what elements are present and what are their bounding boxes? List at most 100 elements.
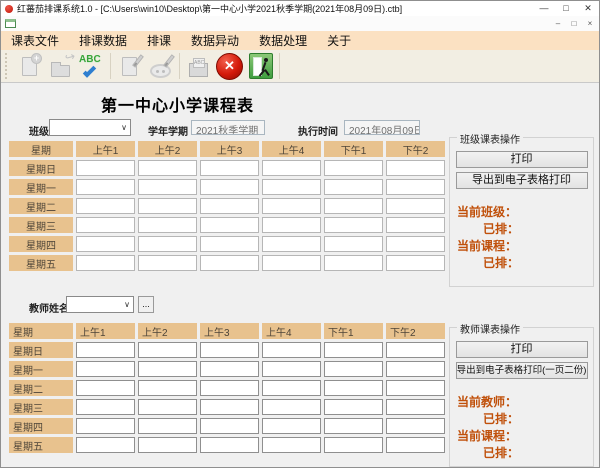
schedule-cell[interactable] xyxy=(76,236,135,252)
schedule-cell[interactable] xyxy=(386,399,445,415)
schedule-cell[interactable] xyxy=(262,160,321,176)
schedule-cell[interactable] xyxy=(138,418,197,434)
schedule-cell[interactable] xyxy=(324,198,383,214)
schedule-cell[interactable] xyxy=(200,236,259,252)
minimize-button[interactable]: — xyxy=(533,1,555,16)
schedule-cell[interactable] xyxy=(76,361,135,377)
schedule-cell[interactable] xyxy=(386,217,445,233)
menu-schedule[interactable]: 排课 xyxy=(141,31,177,50)
schedule-cell[interactable] xyxy=(200,255,259,271)
schedule-cell[interactable] xyxy=(386,198,445,214)
schedule-cell[interactable] xyxy=(262,179,321,195)
schedule-cell[interactable] xyxy=(200,179,259,195)
schedule-cell[interactable] xyxy=(386,380,445,396)
schedule-cell[interactable] xyxy=(262,437,321,453)
menu-about[interactable]: 关于 xyxy=(321,31,357,50)
schedule-cell[interactable] xyxy=(138,179,197,195)
schedule-cell[interactable] xyxy=(262,361,321,377)
schedule-cell[interactable] xyxy=(324,160,383,176)
schedule-cell[interactable] xyxy=(386,342,445,358)
menu-schedule-data[interactable]: 排课数据 xyxy=(73,31,133,50)
schedule-cell[interactable] xyxy=(386,160,445,176)
teacher-print-button[interactable]: 打印 xyxy=(456,341,588,358)
schedule-cell[interactable] xyxy=(76,198,135,214)
schedule-cell[interactable] xyxy=(138,399,197,415)
schedule-cell[interactable] xyxy=(76,418,135,434)
schedule-cell[interactable] xyxy=(262,342,321,358)
menu-data-process[interactable]: 数据处理 xyxy=(253,31,313,50)
schedule-cell[interactable] xyxy=(262,380,321,396)
exec-time-field[interactable]: 2021年08月09日 xyxy=(344,120,420,135)
schedule-cell[interactable] xyxy=(262,399,321,415)
schedule-cell[interactable] xyxy=(324,179,383,195)
schedule-cell[interactable] xyxy=(324,418,383,434)
schedule-cell[interactable] xyxy=(138,236,197,252)
schedule-cell[interactable] xyxy=(200,361,259,377)
schedule-cell[interactable] xyxy=(200,198,259,214)
schedule-cell[interactable] xyxy=(262,255,321,271)
schedule-cell[interactable] xyxy=(76,380,135,396)
schedule-cell[interactable] xyxy=(76,437,135,453)
term-field[interactable]: 2021秋季学期 xyxy=(191,120,265,135)
schedule-cell[interactable] xyxy=(200,437,259,453)
schedule-cell[interactable] xyxy=(262,198,321,214)
schedule-cell[interactable] xyxy=(386,437,445,453)
teacher-scheduled-label: 已排： xyxy=(450,411,593,428)
schedule-cell[interactable] xyxy=(262,236,321,252)
close-file-icon[interactable]: ✕ xyxy=(214,51,245,82)
schedule-cell[interactable] xyxy=(138,255,197,271)
exit-icon[interactable] xyxy=(245,51,276,82)
schedule-cell[interactable] xyxy=(76,160,135,176)
schedule-row-header: 星期五 xyxy=(9,437,73,453)
schedule-cell[interactable] xyxy=(324,437,383,453)
schedule-cell[interactable] xyxy=(76,342,135,358)
schedule-cell[interactable] xyxy=(324,217,383,233)
class-select[interactable] xyxy=(49,119,131,136)
maximize-button[interactable]: □ xyxy=(555,1,577,16)
menu-file[interactable]: 课表文件 xyxy=(5,31,65,50)
schedule-cell[interactable] xyxy=(386,236,445,252)
schedule-row-header: 星期四 xyxy=(9,418,73,434)
schedule-cell[interactable] xyxy=(138,437,197,453)
teacher-browse-button[interactable]: ... xyxy=(138,296,154,313)
mdi-restore-button[interactable]: □ xyxy=(569,19,579,28)
schedule-cell[interactable] xyxy=(76,399,135,415)
mdi-close-button[interactable]: × xyxy=(585,19,595,28)
class-print-button[interactable]: 打印 xyxy=(456,151,588,168)
schedule-cell[interactable] xyxy=(200,380,259,396)
schedule-cell[interactable] xyxy=(76,255,135,271)
schedule-cell[interactable] xyxy=(386,179,445,195)
menu-data-change[interactable]: 数据异动 xyxy=(185,31,245,50)
schedule-cell[interactable] xyxy=(324,342,383,358)
schedule-cell[interactable] xyxy=(138,380,197,396)
schedule-cell[interactable] xyxy=(138,342,197,358)
schedule-cell[interactable] xyxy=(200,418,259,434)
schedule-cell[interactable] xyxy=(324,255,383,271)
class-export-button[interactable]: 导出到电子表格打印 xyxy=(456,172,588,189)
schedule-cell[interactable] xyxy=(324,380,383,396)
schedule-cell[interactable] xyxy=(138,361,197,377)
schedule-cell[interactable] xyxy=(138,198,197,214)
mdi-minimize-button[interactable]: – xyxy=(553,19,563,28)
schedule-cell[interactable] xyxy=(324,361,383,377)
schedule-cell[interactable] xyxy=(262,418,321,434)
schedule-cell[interactable] xyxy=(76,179,135,195)
schedule-cell[interactable] xyxy=(386,418,445,434)
schedule-cell[interactable] xyxy=(200,217,259,233)
schedule-cell[interactable] xyxy=(138,160,197,176)
schedule-cell[interactable] xyxy=(324,399,383,415)
teacher-export-button[interactable]: 导出到电子表格打印(一页二份) xyxy=(456,362,588,379)
schedule-cell[interactable] xyxy=(386,361,445,377)
schedule-cell[interactable] xyxy=(262,217,321,233)
schedule-cell[interactable] xyxy=(200,342,259,358)
schedule-cell[interactable] xyxy=(138,217,197,233)
schedule-cell[interactable] xyxy=(200,399,259,415)
schedule-cell[interactable] xyxy=(200,160,259,176)
schedule-cell[interactable] xyxy=(324,236,383,252)
close-button[interactable]: ✕ xyxy=(577,1,599,16)
schedule-row-header: 星期二 xyxy=(9,380,73,396)
teacher-select[interactable] xyxy=(66,296,134,313)
schedule-cell[interactable] xyxy=(76,217,135,233)
schedule-cell[interactable] xyxy=(386,255,445,271)
abc-check-icon[interactable]: ABC xyxy=(76,51,107,82)
